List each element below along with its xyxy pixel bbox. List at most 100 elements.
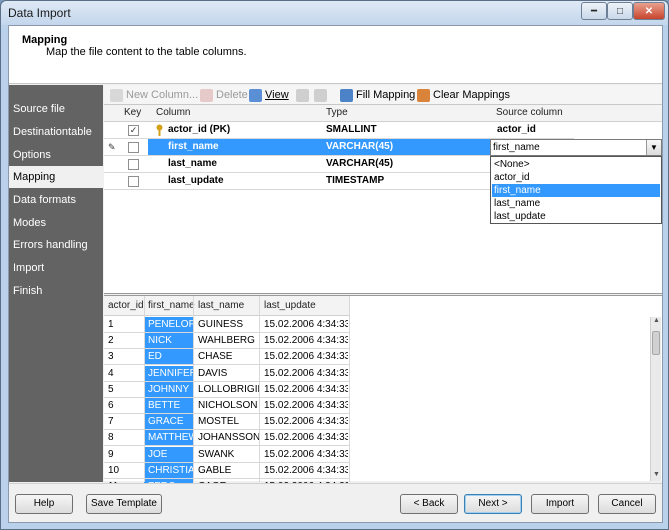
- new-column-button[interactable]: New Column...: [110, 88, 198, 102]
- step-finish[interactable]: Finish: [9, 280, 103, 302]
- data-row[interactable]: 8 MATTHEW JOHANSSON 15.02.2006 4:34:33: [104, 430, 349, 447]
- source-column-combo-value: first_name: [493, 142, 540, 153]
- title-bar[interactable]: Data Import ━ □ ✕: [1, 1, 668, 25]
- header-last-name[interactable]: last_name: [198, 300, 244, 311]
- source-column-combo[interactable]: first_name ▼: [490, 139, 662, 156]
- key-checkbox[interactable]: ✓: [128, 125, 139, 136]
- dropdown-option[interactable]: last_update: [492, 210, 660, 223]
- back-button[interactable]: < Back: [400, 494, 458, 514]
- wizard-steps-sidebar: Source file Destinationtable Options Map…: [9, 85, 103, 482]
- header-column[interactable]: Column: [156, 107, 190, 118]
- scroll-up-icon[interactable]: ▲: [651, 317, 662, 327]
- column-name: first_name: [168, 141, 219, 152]
- page-subtitle: Map the file content to the table column…: [46, 46, 247, 58]
- cell-last-update: 15.02.2006 4:34:33: [264, 319, 348, 330]
- cell-first-name: MATTHEW: [148, 432, 194, 444]
- fill-mapping-button[interactable]: Fill Mapping: [340, 88, 415, 102]
- dropdown-option-selected[interactable]: first_name: [492, 184, 660, 197]
- chevron-down-icon[interactable]: ▼: [646, 140, 661, 155]
- column-name: last_name: [168, 158, 217, 169]
- move-up-button[interactable]: [296, 88, 312, 102]
- key-icon: [156, 124, 163, 136]
- header-actor-id[interactable]: actor_id: [108, 300, 144, 311]
- maximize-button[interactable]: □: [607, 2, 633, 20]
- header-last-update[interactable]: last_update: [264, 300, 316, 311]
- scroll-down-icon[interactable]: ▼: [651, 471, 662, 481]
- delete-icon: [200, 88, 213, 102]
- data-import-window: Data Import ━ □ ✕ Mapping Map the file c…: [0, 0, 669, 530]
- data-row[interactable]: 4 JENNIFER DAVIS 15.02.2006 4:34:33: [104, 365, 349, 382]
- delete-button[interactable]: Delete: [200, 88, 248, 102]
- scroll-thumb[interactable]: [652, 331, 660, 355]
- header-key[interactable]: Key: [124, 107, 141, 118]
- cell-last-name: GABLE: [198, 464, 232, 476]
- clear-mappings-icon: [417, 88, 430, 102]
- clear-mappings-button[interactable]: Clear Mappings: [417, 88, 510, 102]
- cell-first-name: JOE: [148, 448, 168, 460]
- data-row[interactable]: 1 PENELOPE GUINESS 15.02.2006 4:34:33: [104, 317, 349, 333]
- cell-first-name: JOHNNY: [148, 383, 190, 395]
- help-button[interactable]: Help: [15, 494, 73, 514]
- step-import[interactable]: Import: [9, 257, 103, 279]
- key-checkbox[interactable]: [128, 142, 139, 153]
- cell-last-update: 15.02.2006 4:34:33: [264, 383, 348, 395]
- data-row[interactable]: 6 BETTE NICHOLSON 15.02.2006 4:34:33: [104, 398, 349, 414]
- step-mapping[interactable]: Mapping: [9, 166, 103, 188]
- key-checkbox[interactable]: [128, 159, 139, 170]
- cell-last-update: 15.02.2006 4:34:33: [264, 432, 348, 444]
- header-first-name[interactable]: first_name: [148, 300, 195, 311]
- step-destination-table[interactable]: Destinationtable: [9, 121, 103, 143]
- column-type: SMALLINT: [326, 124, 377, 135]
- cell-first-name: CHRISTIAN: [148, 464, 194, 476]
- mapping-row[interactable]: ✓ actor_id (PK) SMALLINT actor_id: [104, 122, 574, 139]
- new-column-icon: [110, 88, 123, 102]
- close-button[interactable]: ✕: [633, 2, 665, 20]
- import-button[interactable]: Import: [531, 494, 589, 514]
- minimize-button[interactable]: ━: [581, 2, 607, 20]
- data-row[interactable]: 5 JOHNNY LOLLOBRIGIDA 15.02.2006 4:34:33: [104, 381, 349, 398]
- header-source-column[interactable]: Source column: [496, 107, 563, 118]
- cell-first-name: NICK: [148, 335, 172, 347]
- cell-last-name: NICHOLSON: [198, 400, 258, 411]
- data-row[interactable]: 7 GRACE MOSTEL 15.02.2006 4:34:33: [104, 414, 349, 431]
- view-icon: [249, 88, 262, 102]
- step-modes[interactable]: Modes: [9, 212, 103, 234]
- grid-divider: [349, 296, 350, 482]
- dropdown-option[interactable]: <None>: [492, 158, 660, 171]
- cell-first-name: PENELOPE: [148, 319, 194, 330]
- vertical-scrollbar[interactable]: ▲ ▼: [650, 317, 661, 481]
- next-button[interactable]: Next >: [464, 494, 522, 514]
- data-preview-header: actor_id first_name last_name last_updat…: [104, 296, 349, 316]
- grid-divider: [193, 296, 194, 482]
- cell-last-name: SWANK: [198, 448, 235, 460]
- data-row[interactable]: 2 NICK WAHLBERG 15.02.2006 4:34:33: [104, 333, 349, 350]
- cell-first-name: GRACE: [148, 416, 184, 428]
- dropdown-option[interactable]: last_name: [492, 197, 660, 210]
- step-source-file[interactable]: Source file: [9, 98, 103, 120]
- data-row[interactable]: 10 CHRISTIAN GABLE 15.02.2006 4:34:33: [104, 462, 349, 479]
- step-data-formats[interactable]: Data formats: [9, 189, 103, 211]
- step-errors-handling[interactable]: Errors handling: [9, 234, 103, 256]
- grid-divider: [144, 296, 145, 482]
- cancel-button[interactable]: Cancel: [598, 494, 656, 514]
- window-title: Data Import: [8, 6, 71, 20]
- data-row[interactable]: 9 JOE SWANK 15.02.2006 4:34:33: [104, 446, 349, 463]
- data-row[interactable]: 3 ED CHASE 15.02.2006 4:34:33: [104, 349, 349, 366]
- view-button[interactable]: View: [249, 88, 289, 102]
- dropdown-option[interactable]: actor_id: [492, 171, 660, 184]
- cell-last-name: CHASE: [198, 351, 233, 363]
- save-template-button[interactable]: Save Template: [86, 494, 162, 514]
- header-type[interactable]: Type: [326, 107, 348, 118]
- cell-actor-id: 6: [108, 400, 114, 411]
- cell-last-name: GUINESS: [198, 319, 244, 330]
- column-name: last_update: [168, 175, 224, 186]
- cell-actor-id: 4: [108, 367, 114, 379]
- cell-last-name: JOHANSSON: [198, 432, 260, 444]
- key-checkbox[interactable]: [128, 176, 139, 187]
- arrow-up-icon: [296, 88, 309, 102]
- step-options[interactable]: Options: [9, 144, 103, 166]
- mapping-toolbar: New Column... Delete View Fill Mapping C…: [104, 85, 662, 105]
- move-down-button[interactable]: [314, 88, 330, 102]
- source-column[interactable]: actor_id: [497, 124, 536, 135]
- wizard-header: Mapping Map the file content to the tabl…: [9, 26, 662, 84]
